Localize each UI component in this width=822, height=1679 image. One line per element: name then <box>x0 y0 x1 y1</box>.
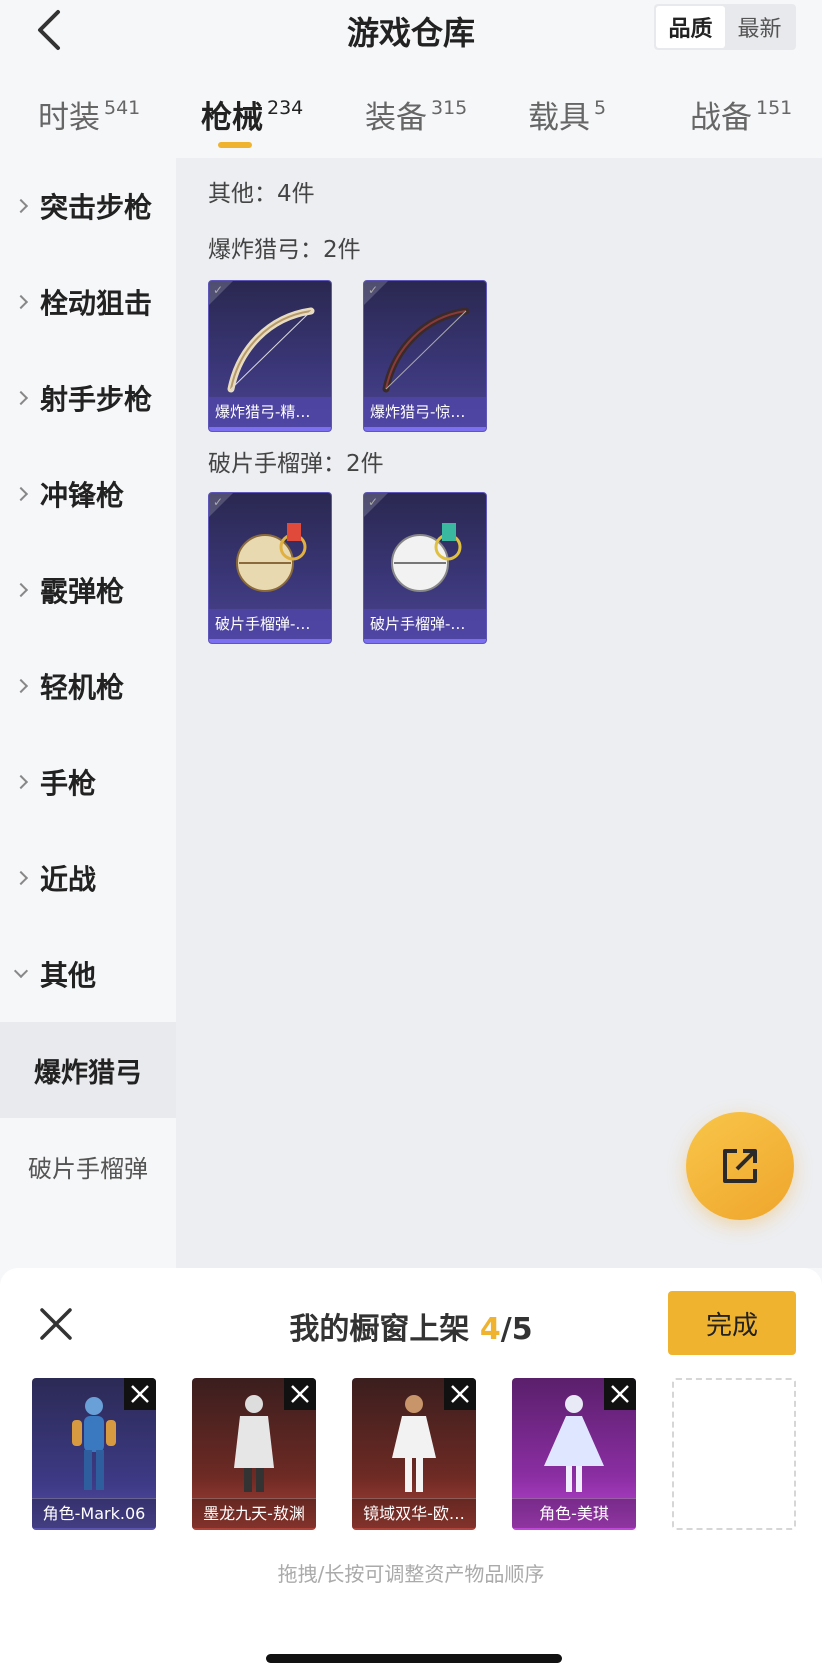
empty-shelf-slot[interactable] <box>672 1378 796 1530</box>
tab-label: 枪械 <box>201 100 263 136</box>
sidebar-item-melee[interactable]: 近战 <box>0 830 176 926</box>
share-button[interactable] <box>686 1112 794 1220</box>
active-tab-indicator <box>218 142 252 148</box>
sidebar-item-label: 栓动狙击 <box>40 287 153 320</box>
sidebar-item-other[interactable]: 其他 <box>0 926 176 1022</box>
sidebar-item-shotgun[interactable]: 霰弹枪 <box>0 542 176 638</box>
quality-bar <box>209 639 331 643</box>
home-indicator <box>266 1654 562 1663</box>
tab-vehicles[interactable]: 载具 5 <box>528 92 606 137</box>
shelf-item[interactable]: 角色-Mark.06 <box>32 1378 156 1530</box>
chevron-right-icon <box>13 390 29 406</box>
sort-latest-button[interactable]: 最新 <box>725 6 794 48</box>
chevron-right-icon <box>13 678 29 694</box>
close-icon <box>451 1385 469 1403</box>
sidebar-item-pistol[interactable]: 手枪 <box>0 734 176 830</box>
chevron-right-icon <box>13 774 29 790</box>
category-sidebar: 突击步枪 栓动狙击 射手步枪 冲锋枪 霰弹枪 轻机枪 手枪 近战 其他 爆炸猎弓… <box>0 158 176 1268</box>
close-icon <box>611 1385 629 1403</box>
item-card[interactable]: ✓ 爆炸猎弓-精… <box>208 280 332 432</box>
remove-button[interactable] <box>604 1378 636 1410</box>
sort-toggle: 品质 最新 <box>654 4 796 50</box>
tab-count: 5 <box>594 97 607 119</box>
item-grid-panel: 其他：4件 爆炸猎弓：2件 ✓ 爆炸猎弓-精… ✓ 爆炸猎弓-惊… 破片手榴弹：… <box>176 158 822 1268</box>
group-title: 爆炸猎弓：2件 <box>208 237 361 263</box>
shelf-item-name: 镜域双华-欧… <box>352 1498 476 1528</box>
tab-fashion[interactable]: 时装 541 <box>38 92 140 137</box>
shelf-count: 4 <box>479 1312 501 1347</box>
chevron-right-icon <box>13 582 29 598</box>
item-name: 破片手榴弹-… <box>364 609 486 639</box>
tab-label: 装备 <box>365 100 427 136</box>
tab-count: 234 <box>267 97 304 119</box>
sidebar-item-marksman-rifle[interactable]: 射手步枪 <box>0 350 176 446</box>
chevron-right-icon <box>13 870 29 886</box>
bow-icon <box>382 307 470 393</box>
quality-bar <box>209 427 331 431</box>
sheet-title-text: 我的橱窗上架 <box>289 1312 480 1347</box>
remove-button[interactable] <box>284 1378 316 1410</box>
share-external-icon <box>723 1149 757 1183</box>
shelf-item[interactable]: 墨龙九天-敖渊 <box>192 1378 316 1530</box>
sidebar-item-label: 手枪 <box>40 767 97 800</box>
tab-label: 载具 <box>528 100 590 136</box>
sidebar-subitem-explosive-bow[interactable]: 爆炸猎弓 <box>0 1022 176 1118</box>
tab-equipment[interactable]: 装备 315 <box>365 92 467 137</box>
tab-count: 541 <box>104 97 141 119</box>
shelf-item-name: 角色-美琪 <box>512 1498 636 1528</box>
grenade-icon <box>391 523 462 592</box>
tab-count: 151 <box>756 97 793 119</box>
sidebar-item-label: 轻机枪 <box>40 671 125 704</box>
sidebar-item-bolt-sniper[interactable]: 栓动狙击 <box>0 254 176 350</box>
item-card[interactable]: ✓ 破片手榴弹-… <box>208 492 332 644</box>
shelf-item-name: 角色-Mark.06 <box>32 1498 156 1528</box>
sort-quality-button[interactable]: 品质 <box>656 6 725 48</box>
grenade-icon <box>236 523 307 592</box>
close-icon <box>131 1385 149 1403</box>
tab-combat-gear[interactable]: 战备 151 <box>690 92 792 137</box>
tab-count: 315 <box>431 97 468 119</box>
sidebar-item-smg[interactable]: 冲锋枪 <box>0 446 176 542</box>
tab-firearms[interactable]: 枪械 234 <box>201 92 303 137</box>
reorder-hint: 拖拽/长按可调整资产物品顺序 <box>277 1562 545 1586</box>
showcase-sheet: 我的橱窗上架 4/5 完成 角色-Mark.06 墨龙九天-敖渊 镜域双华-欧…… <box>0 1268 822 1679</box>
chevron-right-icon <box>13 294 29 310</box>
sidebar-item-assault-rifle[interactable]: 突击步枪 <box>0 158 176 254</box>
section-summary: 其他：4件 <box>208 181 315 207</box>
quality-bar <box>364 639 486 643</box>
item-name: 破片手榴弹-… <box>209 609 331 639</box>
item-card[interactable]: ✓ 爆炸猎弓-惊… <box>363 280 487 432</box>
tab-label: 时装 <box>38 100 100 136</box>
tab-label: 战备 <box>690 100 752 136</box>
remove-button[interactable] <box>124 1378 156 1410</box>
shelf-item[interactable]: 镜域双华-欧… <box>352 1378 476 1530</box>
item-card[interactable]: ✓ 破片手榴弹-… <box>363 492 487 644</box>
item-name: 爆炸猎弓-惊… <box>364 397 486 427</box>
category-tabs: 时装 541 枪械 234 装备 315 载具 5 战备 151 <box>0 80 822 158</box>
remove-button[interactable] <box>444 1378 476 1410</box>
done-button[interactable]: 完成 <box>668 1291 796 1355</box>
sidebar-item-label: 近战 <box>40 863 97 896</box>
bow-icon <box>227 307 315 393</box>
chevron-right-icon <box>13 486 29 502</box>
chevron-right-icon <box>13 198 29 214</box>
item-name: 爆炸猎弓-精… <box>209 397 331 427</box>
shelf-total: /5 <box>500 1312 533 1347</box>
sidebar-item-label: 其他 <box>40 959 97 992</box>
header: 游戏仓库 品质 最新 <box>0 0 822 60</box>
chevron-down-icon <box>13 963 29 979</box>
close-icon <box>291 1385 309 1403</box>
sidebar-subitem-frag-grenade[interactable]: 破片手榴弹 <box>0 1118 176 1214</box>
quality-bar <box>364 427 486 431</box>
sidebar-item-label: 霰弹枪 <box>40 575 125 608</box>
sidebar-item-label: 冲锋枪 <box>40 479 125 512</box>
group-title: 破片手榴弹：2件 <box>208 451 384 477</box>
shelf-item[interactable]: 角色-美琪 <box>512 1378 636 1530</box>
sidebar-item-label: 突击步枪 <box>40 191 153 224</box>
shelf-item-name: 墨龙九天-敖渊 <box>192 1498 316 1528</box>
sidebar-item-label: 射手步枪 <box>40 383 153 416</box>
sidebar-item-lmg[interactable]: 轻机枪 <box>0 638 176 734</box>
